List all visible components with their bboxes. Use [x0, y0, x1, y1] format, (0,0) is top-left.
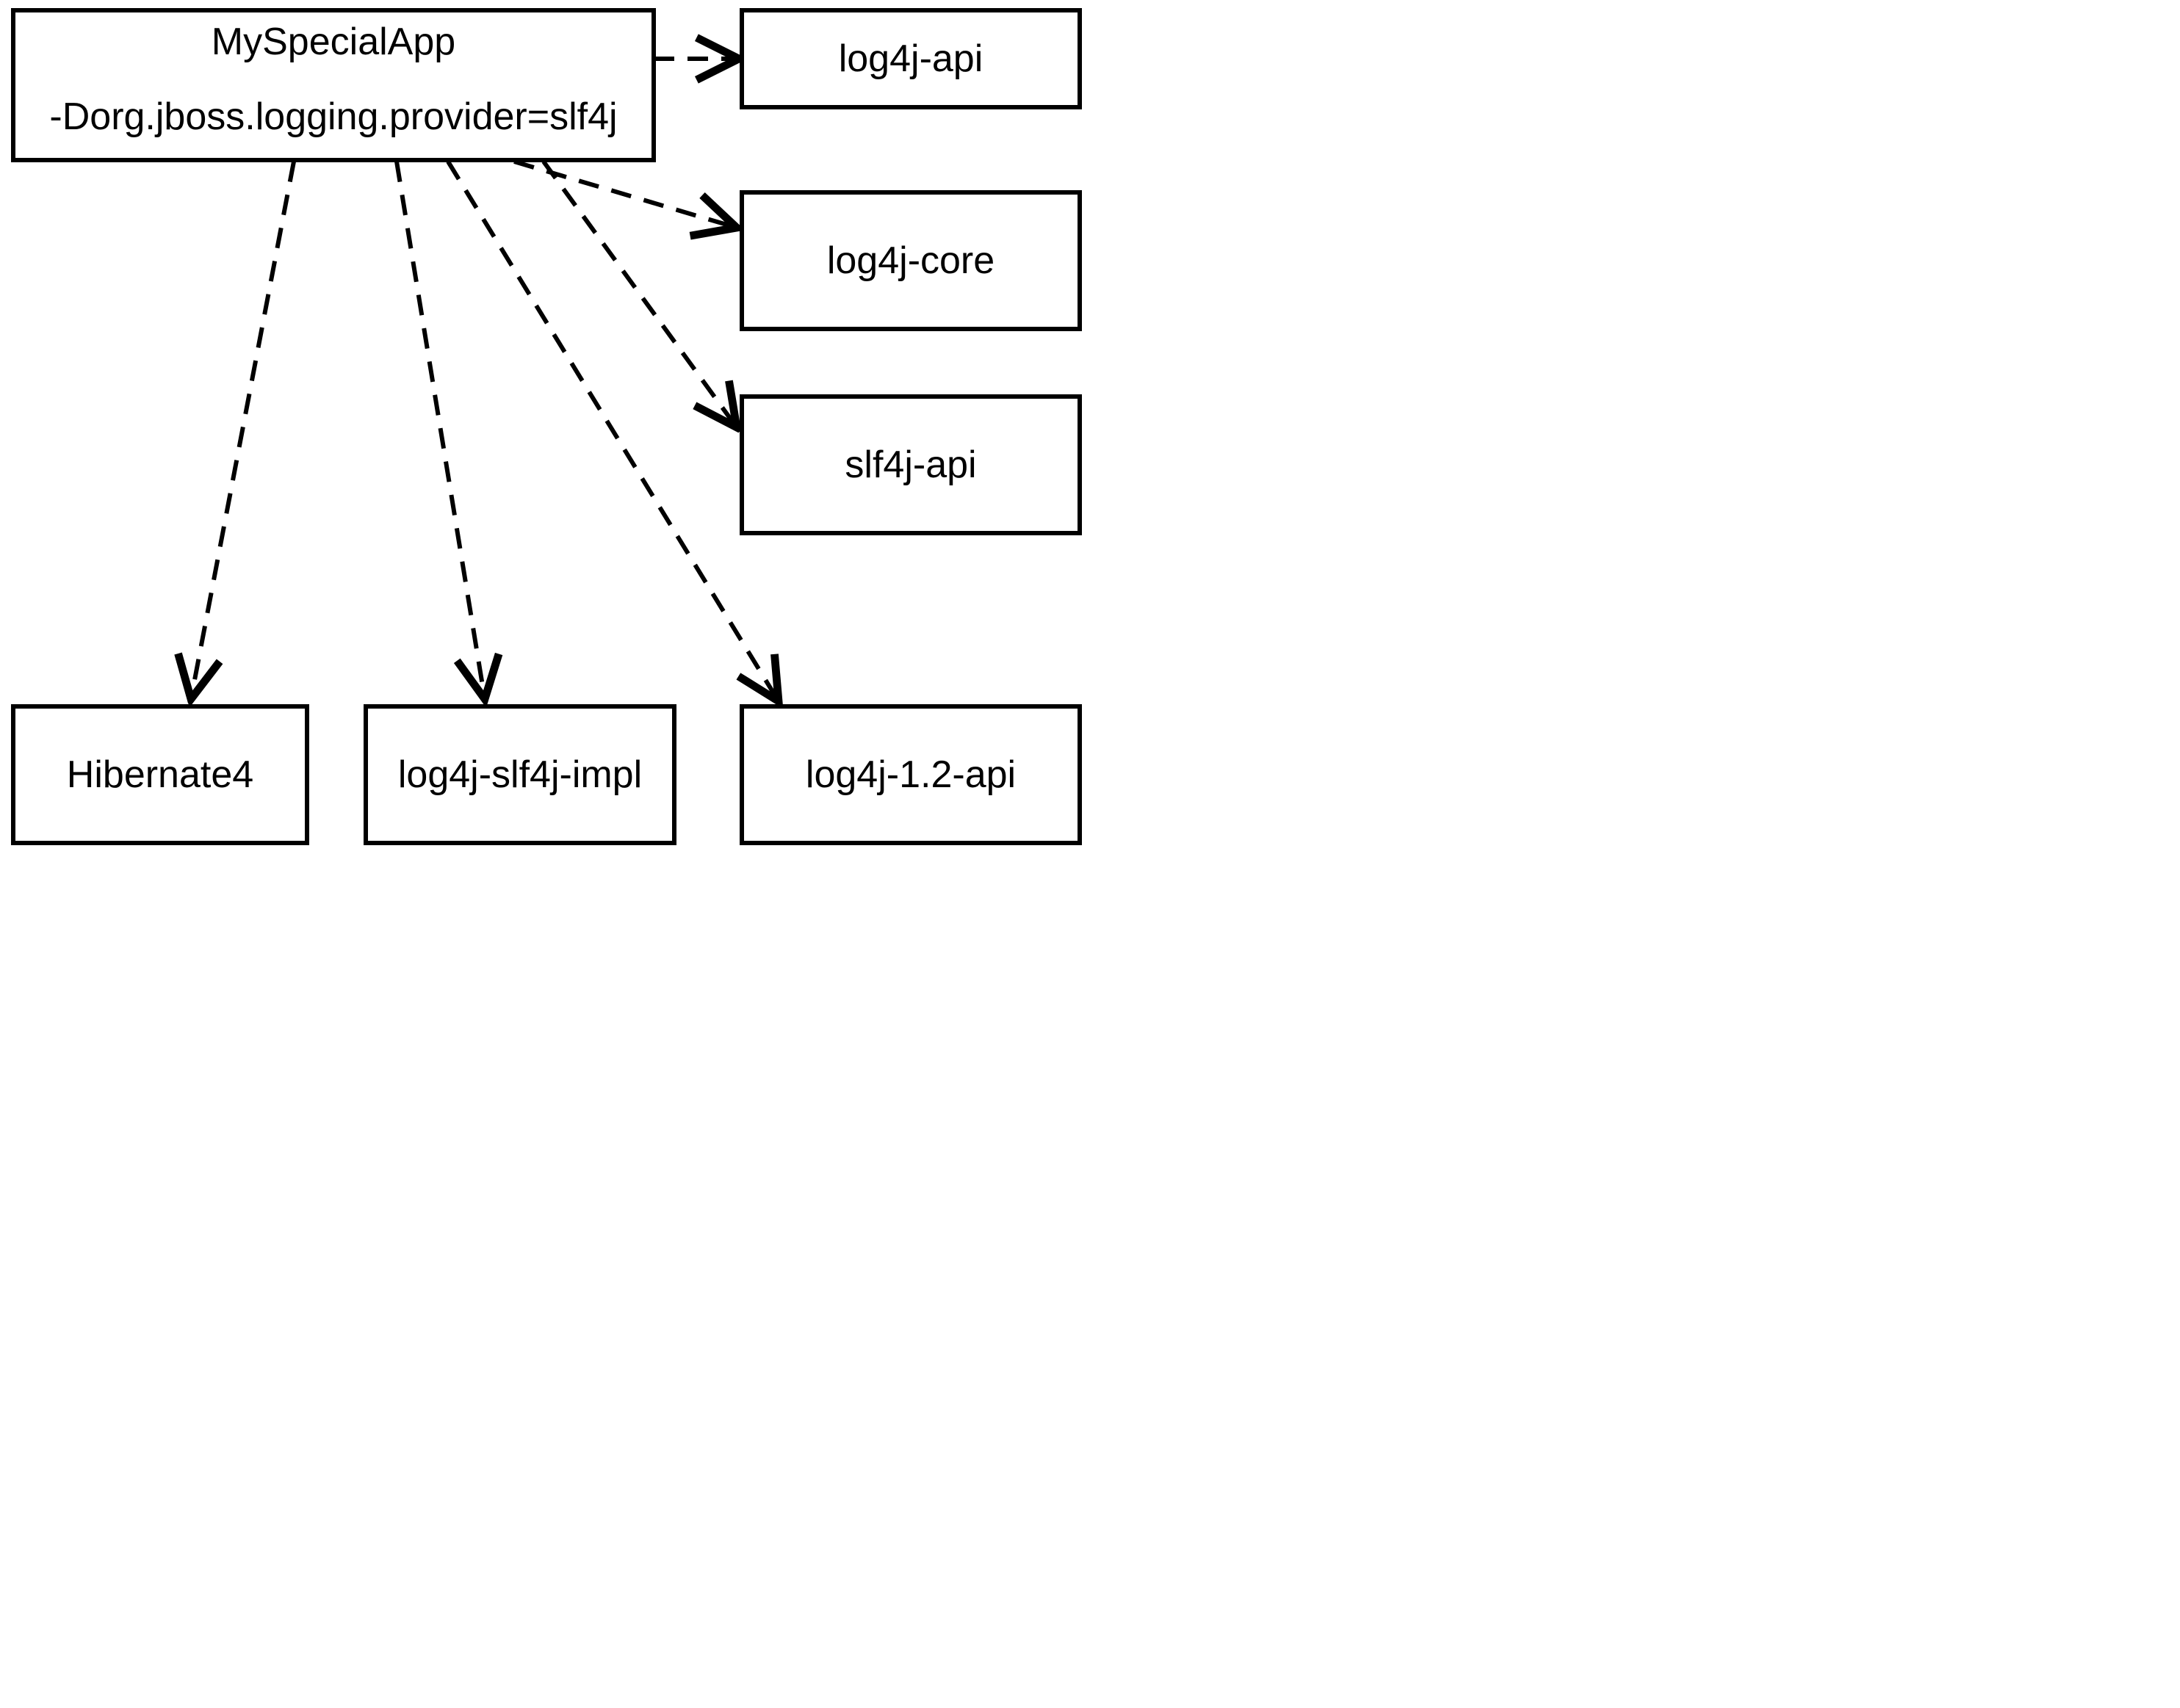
node-my-special-app: MySpecialApp -Dorg.jboss.logging.provide…: [13, 10, 654, 160]
dependency-diagram: MySpecialApp -Dorg.jboss.logging.provide…: [0, 0, 1090, 854]
edge-main-to-slf4j-api: [544, 162, 737, 427]
node-log4j-1-2-api-label: log4j-1.2-api: [806, 753, 1016, 796]
node-slf4j-api-label: slf4j-api: [845, 444, 976, 486]
node-hibernate-label: Hibernate4: [67, 753, 253, 796]
edge-main-to-log4j-core: [514, 162, 737, 228]
node-hibernate: Hibernate4: [13, 706, 307, 843]
node-log4j-core-label: log4j-core: [827, 239, 995, 282]
edge-main-to-log4j-slf4j-impl: [397, 162, 485, 699]
node-slf4j-api: slf4j-api: [742, 397, 1080, 533]
node-my-special-app-subtitle: -Dorg.jboss.logging.provider=slf4j: [49, 95, 617, 138]
node-log4j-core: log4j-core: [742, 192, 1080, 329]
edge-main-to-log4j-1-2-api: [448, 162, 779, 701]
node-log4j-slf4j-impl-label: log4j-slf4j-impl: [398, 753, 642, 796]
node-log4j-slf4j-impl: log4j-slf4j-impl: [366, 706, 674, 843]
node-log4j-api: log4j-api: [742, 10, 1080, 107]
edge-main-to-hibernate: [191, 162, 294, 699]
node-my-special-app-title: MySpecialApp: [212, 21, 455, 63]
node-log4j-api-label: log4j-api: [839, 37, 983, 80]
node-log4j-1-2-api: log4j-1.2-api: [742, 706, 1080, 843]
